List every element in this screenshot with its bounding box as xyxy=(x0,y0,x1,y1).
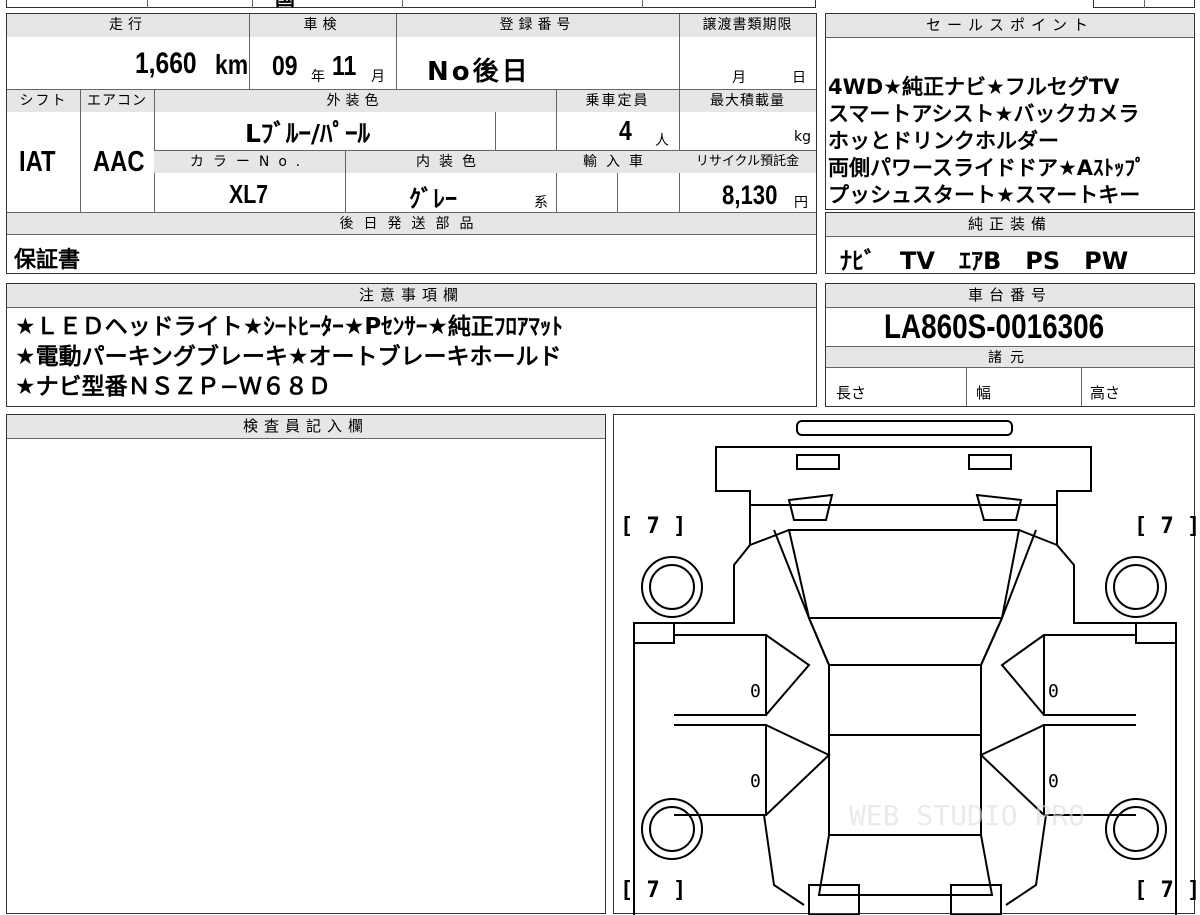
chassis-box: 車台番号 LA860S-0016306 諸元 長さ 幅 高さ xyxy=(825,283,1195,407)
header-recycle-fee: リサイクル預託金 xyxy=(679,151,816,173)
header-aircon: エアコン xyxy=(80,90,154,112)
aircon-value: AAC xyxy=(93,146,145,178)
load-unit: kg xyxy=(794,129,811,145)
header-color-no: カラーNo. xyxy=(154,151,345,173)
mileage-unit: km xyxy=(215,49,249,80)
spec-length: 長さ xyxy=(836,384,867,402)
header-exterior-color: 外装色 xyxy=(154,90,556,112)
door-mark-rear-right: 0 xyxy=(1048,771,1059,792)
notes-line-3: ★ナビ型番ＮＳＺＰ−Ｗ６８Ｄ xyxy=(15,374,331,400)
standard-equipment-box: 純正装備 ﾅﾋﾞ TV ｴｱB PS PW xyxy=(825,212,1195,275)
recycle-unit: 円 xyxy=(794,195,808,211)
watermark: WEB STUDIO PRO xyxy=(849,799,1085,832)
standard-equipment-value: ﾅﾋﾞ TV ｴｱB PS PW xyxy=(840,247,1129,275)
transfer-day-unit: 日 xyxy=(792,70,806,86)
standard-equipment-header: 純正装備 xyxy=(826,213,1194,237)
sales-line-3: ホッとドリンクホルダー xyxy=(828,129,1059,153)
interior-color-value: ｸﾞﾚｰ xyxy=(409,185,457,213)
tire-mark-front-left: [ 7 ] xyxy=(620,514,686,539)
header-later-parts: 後日発送部品 xyxy=(7,213,816,235)
shaken-year-unit: 年 xyxy=(311,69,325,85)
top-partial-right xyxy=(1093,0,1195,8)
color-no-value: XL7 xyxy=(229,179,269,209)
sales-line-1: 4WD★純正ナビ★フルセグTV xyxy=(828,75,1120,99)
later-parts-value: 保証書 xyxy=(14,248,81,273)
inspector-box: 検査員記入欄 xyxy=(6,414,606,914)
top-partial-row: 国 xyxy=(6,0,816,11)
recycle-fee-value: 8,130 xyxy=(722,180,778,210)
door-mark-rear-left: 0 xyxy=(750,771,761,792)
shaken-month: 11 xyxy=(332,50,357,81)
shift-value: IAT xyxy=(19,146,56,178)
car-diagram-box: [ 7 ] [ 7 ] [ 7 ] [ 7 ] 0 0 0 0 WEB STUD… xyxy=(613,414,1196,915)
header-max-load: 最大積載量 xyxy=(679,90,816,112)
header-shift: シフト xyxy=(7,90,80,112)
registration-value: No後日 xyxy=(427,57,531,87)
header-capacity: 乗車定員 xyxy=(556,90,679,112)
capacity-value: 4 xyxy=(619,115,632,146)
header-shaken: 車検 xyxy=(249,14,396,37)
spec-height: 高さ xyxy=(1090,384,1121,402)
specs-header: 諸元 xyxy=(826,346,1194,368)
inspector-header: 検査員記入欄 xyxy=(7,415,605,439)
header-mileage: 走行 xyxy=(7,14,249,37)
header-import: 輸入車 xyxy=(556,151,679,173)
vehicle-info-table: 走行 車検 登録番号 譲渡書類期限 1,660 km 09 年 11 月 No後… xyxy=(6,13,817,274)
header-registration: 登録番号 xyxy=(396,14,679,37)
chassis-header: 車台番号 xyxy=(826,284,1194,308)
door-mark-front-right: 0 xyxy=(1048,681,1059,702)
transfer-month-unit: 月 xyxy=(732,70,746,86)
notes-line-1: ★ＬＥＤヘッドライト★ｼｰﾄﾋｰﾀｰ★Pｾﾝｻｰ★純正ﾌﾛｱﾏｯﾄ xyxy=(15,314,563,340)
sales-line-2: スマートアシスト★バックカメラ xyxy=(828,102,1140,126)
car-diagram: [ 7 ] [ 7 ] [ 7 ] [ 7 ] 0 0 0 0 WEB STUD… xyxy=(620,420,1196,915)
sales-points-header: セールスポイント xyxy=(826,14,1194,38)
sales-line-4: 両側パワースライドドア★Aｽﾄｯﾌﾟ xyxy=(828,156,1146,180)
tire-mark-rear-right: [ 7 ] xyxy=(1134,878,1196,903)
tire-mark-rear-left: [ 7 ] xyxy=(620,878,686,903)
mileage-value: 1,660 xyxy=(135,47,197,80)
header-transfer-deadline: 譲渡書類期限 xyxy=(679,14,816,37)
exterior-color-value: Lﾌﾞﾙｰ/ﾊﾟｰﾙ xyxy=(245,119,371,148)
chassis-number: LA860S-0016306 xyxy=(884,308,1105,346)
top-partial-text: 国 xyxy=(275,0,295,11)
capacity-unit: 人 xyxy=(655,133,669,149)
notes-line-2: ★電動パーキングブレーキ★オートブレーキホールド xyxy=(15,344,562,370)
shaken-year: 09 xyxy=(272,50,298,81)
tire-mark-front-right: [ 7 ] xyxy=(1134,514,1196,539)
shaken-month-unit: 月 xyxy=(371,69,385,85)
sales-points-box: セールスポイント 4WD★純正ナビ★フルセグTV スマートアシスト★バックカメラ… xyxy=(825,13,1195,210)
notes-header: 注意事項欄 xyxy=(7,284,816,308)
sales-line-5: プッシュスタート★スマートキー xyxy=(828,183,1141,207)
notes-box: 注意事項欄 ★ＬＥＤヘッドライト★ｼｰﾄﾋｰﾀｰ★Pｾﾝｻｰ★純正ﾌﾛｱﾏｯﾄ … xyxy=(6,283,817,407)
door-mark-front-left: 0 xyxy=(750,681,761,702)
spec-width: 幅 xyxy=(976,384,992,402)
interior-suffix: 系 xyxy=(534,195,548,211)
header-interior-color: 内装色 xyxy=(345,151,556,173)
